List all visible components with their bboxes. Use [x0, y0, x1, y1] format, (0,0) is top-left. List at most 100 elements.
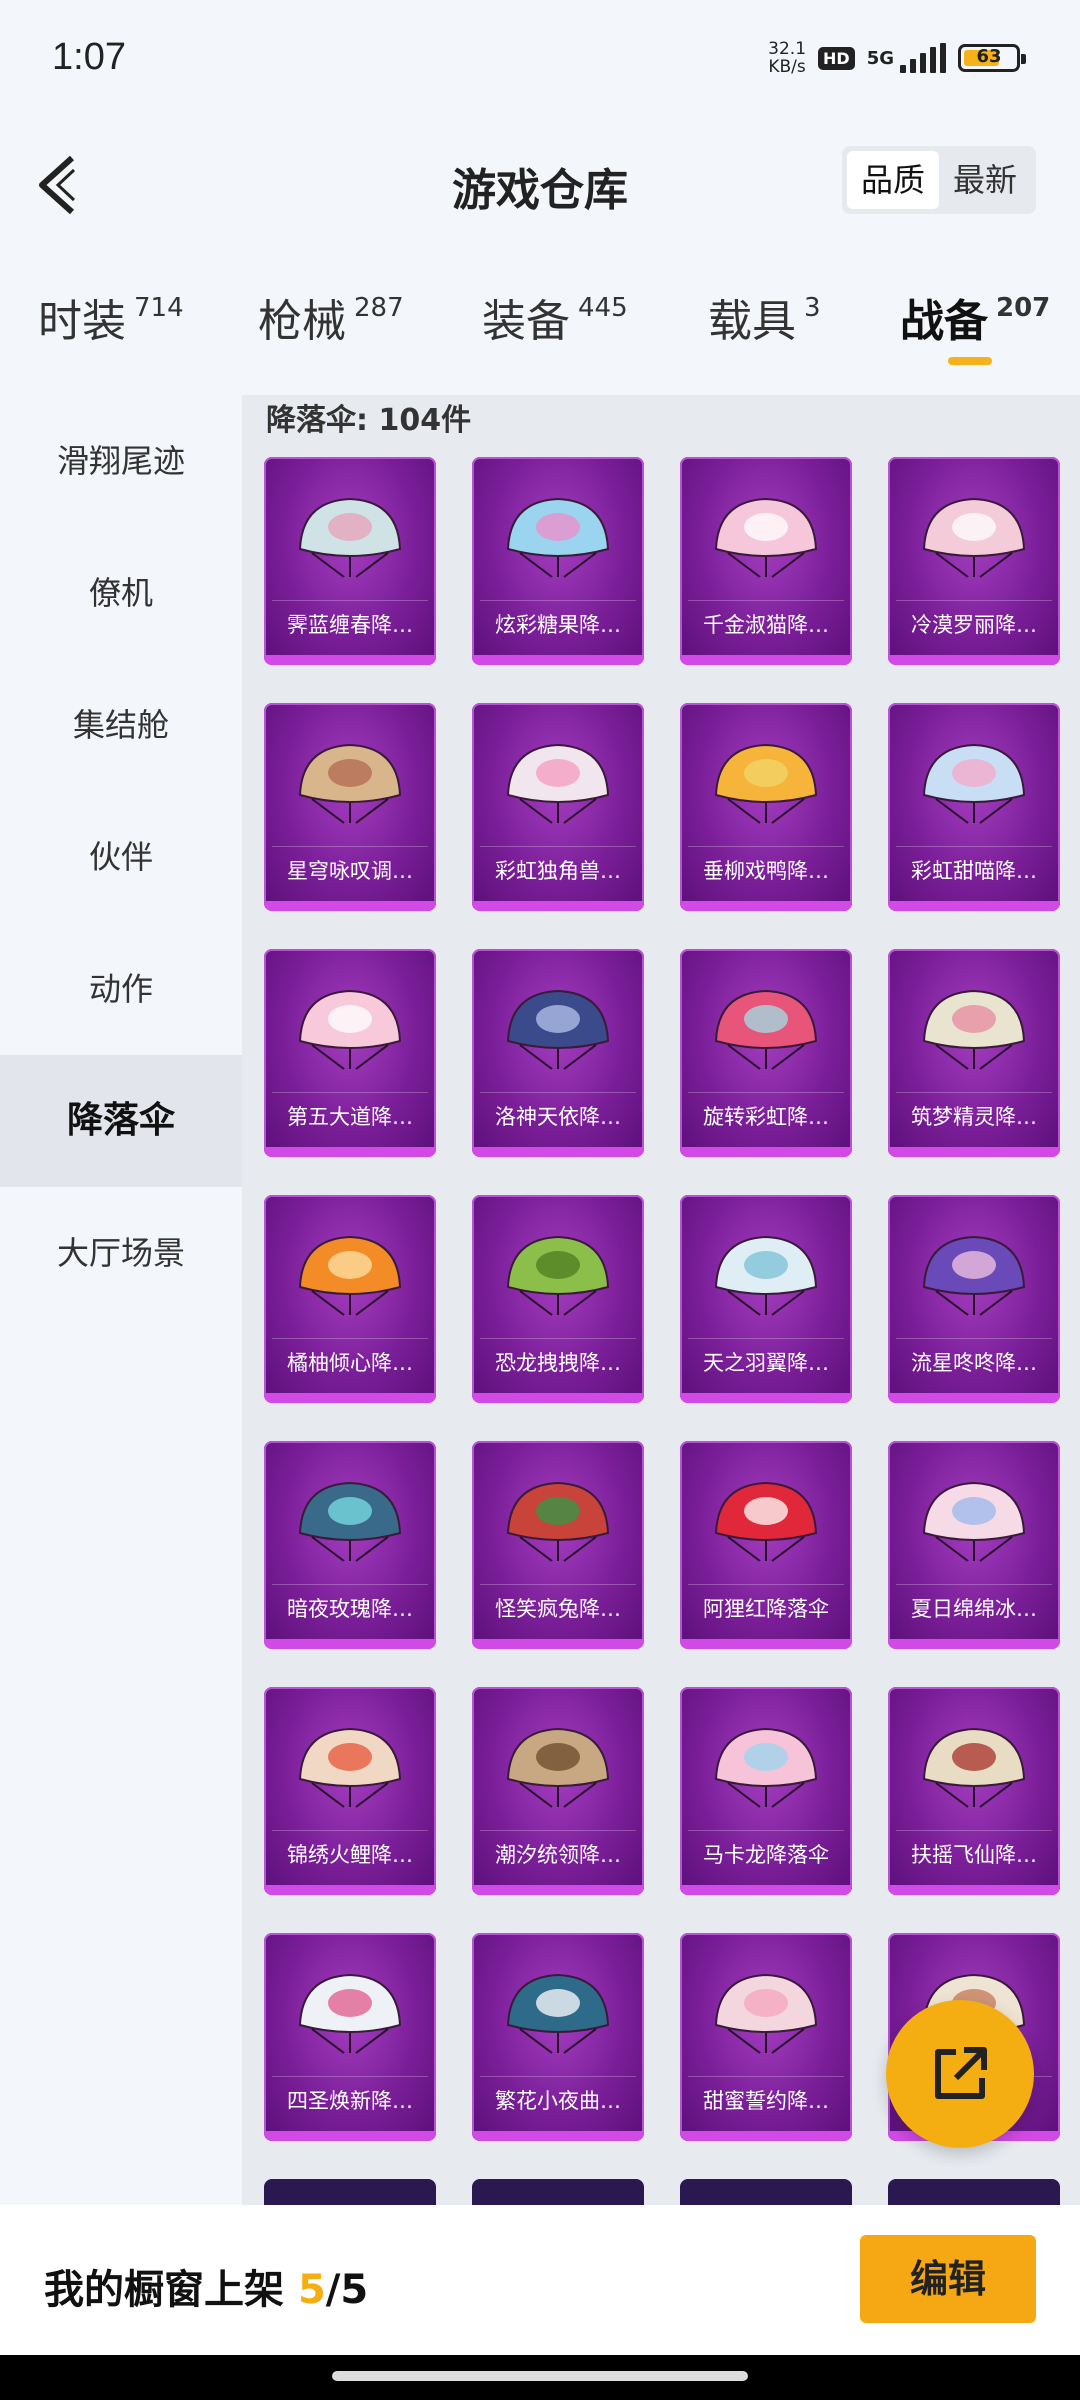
parachute-card[interactable]: 怪笑疯兔降…: [472, 1441, 644, 1649]
parachute-icon: [298, 1973, 402, 2054]
parachute-card-partial[interactable]: [680, 2179, 852, 2205]
parachute-name: 扶摇飞仙降…: [896, 1830, 1052, 1879]
parachute-icon: [298, 1481, 402, 1562]
parachute-card[interactable]: 筑梦精灵降…: [888, 949, 1060, 1157]
parachute-icon: [298, 989, 402, 1070]
parachute-card[interactable]: 橘柚倾心降…: [264, 1195, 436, 1403]
item-grid-panel: 降落伞: 104件 霁蓝缠春降… 炫彩糖果降… 千金淑猫降… 冷漠罗丽降… 星穹咏叹调……: [242, 395, 1080, 2205]
parachute-icon: [506, 497, 610, 578]
tab-count: 714: [134, 293, 184, 323]
sidebar-item-emote[interactable]: 动作: [0, 923, 242, 1055]
category-tabs: 时装 714 枪械 287 装备 445 载具 3 战备 207: [0, 285, 1080, 395]
parachute-name: 星穹咏叹调…: [272, 846, 428, 895]
parachute-name: 冷漠罗丽降…: [896, 600, 1052, 649]
tab-vehicles[interactable]: 载具 3: [708, 285, 821, 349]
parachute-card-partial[interactable]: [888, 2179, 1060, 2205]
parachute-card-partial[interactable]: [472, 2179, 644, 2205]
parachute-name: 橘柚倾心降…: [272, 1338, 428, 1387]
showcase-bar: 我的橱窗上架 5/5 编辑: [0, 2205, 1080, 2355]
parachute-name: 四圣焕新降…: [272, 2076, 428, 2125]
parachute-icon: [298, 497, 402, 578]
parachute-name: 流星咚咚降…: [896, 1338, 1052, 1387]
parachute-name: 霁蓝缠春降…: [272, 600, 428, 649]
sidebar-item-parachute[interactable]: 降落伞: [0, 1055, 242, 1187]
parachute-name: 千金淑猫降…: [688, 600, 844, 649]
parachute-card[interactable]: 彩虹甜喵降…: [888, 703, 1060, 911]
parachute-card[interactable]: 星穹咏叹调…: [264, 703, 436, 911]
parachute-card[interactable]: 潮汐统领降…: [472, 1687, 644, 1895]
tab-equipment[interactable]: 装备 445: [482, 285, 628, 349]
tab-weapons[interactable]: 枪械 287: [258, 285, 404, 349]
parachute-card[interactable]: 扶摇飞仙降…: [888, 1687, 1060, 1895]
parachute-card[interactable]: 旋转彩虹降…: [680, 949, 852, 1157]
parachute-icon: [714, 989, 818, 1070]
parachute-card[interactable]: 第五大道降…: [264, 949, 436, 1157]
parachute-card[interactable]: 炫彩糖果降…: [472, 457, 644, 665]
parachute-card[interactable]: 流星咚咚降…: [888, 1195, 1060, 1403]
home-indicator[interactable]: [332, 2371, 748, 2381]
sidebar-item-wingman[interactable]: 僚机: [0, 527, 242, 659]
showcase-label: 我的橱窗上架 5/5: [44, 2257, 368, 2315]
battery-icon: 63: [958, 44, 1026, 72]
parachute-name: 第五大道降…: [272, 1092, 428, 1141]
share-button[interactable]: [886, 2000, 1034, 2148]
sidebar-item-companion[interactable]: 伙伴: [0, 791, 242, 923]
status-bar: 1:07 32.1 KB/s HD 5G 63: [0, 0, 1080, 120]
sub-category-sidebar: 滑翔尾迹 僚机 集结舱 伙伴 动作 降落伞 大厅场景: [0, 395, 242, 2205]
parachute-card[interactable]: 繁花小夜曲…: [472, 1933, 644, 2141]
parachute-icon: [714, 1235, 818, 1316]
parachute-card[interactable]: 锦绣火鲤降…: [264, 1687, 436, 1895]
parachute-icon: [506, 743, 610, 824]
parachute-card[interactable]: 霁蓝缠春降…: [264, 457, 436, 665]
parachute-icon: [298, 743, 402, 824]
network-type: 5G: [866, 47, 894, 69]
parachute-card[interactable]: 四圣焕新降…: [264, 1933, 436, 2141]
edit-button[interactable]: 编辑: [860, 2235, 1036, 2323]
parachute-card[interactable]: 甜蜜誓约降…: [680, 1933, 852, 2141]
parachute-icon: [922, 497, 1026, 578]
sort-quality-button[interactable]: 品质: [847, 151, 939, 209]
app-header: 游戏仓库 品质 最新: [0, 130, 1080, 240]
tab-label: 装备: [482, 296, 570, 347]
tab-count: 445: [578, 293, 628, 323]
battery-level: 63: [976, 46, 1002, 67]
parachute-icon: [714, 1727, 818, 1808]
parachute-icon: [922, 1481, 1026, 1562]
parachute-card[interactable]: 洛神天依降…: [472, 949, 644, 1157]
sidebar-item-glide-trail[interactable]: 滑翔尾迹: [0, 395, 242, 527]
clock: 1:07: [52, 36, 126, 78]
parachute-card[interactable]: 阿狸红降落伞: [680, 1441, 852, 1649]
parachute-card[interactable]: 垂柳戏鸭降…: [680, 703, 852, 911]
parachute-icon: [714, 1973, 818, 2054]
parachute-card-partial[interactable]: [264, 2179, 436, 2205]
active-tab-indicator: [948, 357, 992, 365]
sidebar-item-lobby-scene[interactable]: 大厅场景: [0, 1187, 242, 1319]
tab-label: 战备: [900, 296, 988, 347]
parachute-card[interactable]: 千金淑猫降…: [680, 457, 852, 665]
parachute-name: 繁花小夜曲…: [480, 2076, 636, 2125]
item-count-label: 降落伞: 104件: [266, 403, 472, 438]
parachute-card[interactable]: 马卡龙降落伞: [680, 1687, 852, 1895]
parachute-icon: [714, 743, 818, 824]
share-icon: [935, 2047, 987, 2099]
sidebar-item-rally-pod[interactable]: 集结舱: [0, 659, 242, 791]
parachute-card[interactable]: 夏日绵绵冰…: [888, 1441, 1060, 1649]
parachute-name: 天之羽翼降…: [688, 1338, 844, 1387]
tab-supplies[interactable]: 战备 207: [900, 285, 1050, 349]
tab-fashion[interactable]: 时装 714: [38, 285, 184, 349]
parachute-card[interactable]: 恐龙拽拽降…: [472, 1195, 644, 1403]
parachute-icon: [922, 989, 1026, 1070]
parachute-card[interactable]: 天之羽翼降…: [680, 1195, 852, 1403]
parachute-card[interactable]: 冷漠罗丽降…: [888, 457, 1060, 665]
hd-icon: HD: [818, 46, 855, 70]
status-icons: 32.1 KB/s HD 5G 63: [768, 40, 1026, 76]
parachute-card[interactable]: 彩虹独角兽…: [472, 703, 644, 911]
sort-toggle: 品质 最新: [842, 146, 1036, 214]
system-nav-bar: [0, 2355, 1080, 2400]
parachute-card[interactable]: 暗夜玫瑰降…: [264, 1441, 436, 1649]
sort-latest-button[interactable]: 最新: [939, 151, 1031, 209]
showcase-total: 5: [340, 2267, 369, 2313]
tab-label: 载具: [708, 296, 796, 347]
parachute-icon: [922, 1727, 1026, 1808]
tab-count: 3: [804, 293, 821, 323]
